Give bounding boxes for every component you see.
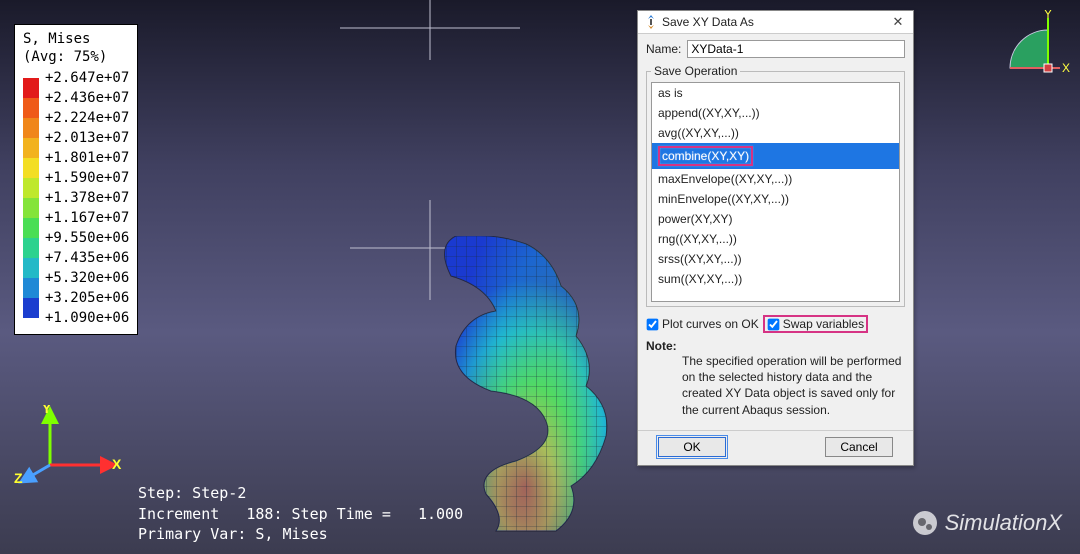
save-operation-legend: Save Operation <box>651 64 740 78</box>
close-icon[interactable]: ✕ <box>889 14 907 30</box>
dialog-title: Save XY Data As <box>662 15 889 29</box>
legend-value: +1.167e+07 <box>45 208 129 228</box>
note-body: The specified operation will be performe… <box>682 353 905 418</box>
legend-values: +2.647e+07+2.436e+07+2.224e+07+2.013e+07… <box>45 68 129 328</box>
legend-colorbar <box>23 78 39 318</box>
listbox-item[interactable]: sum((XY,XY,...)) <box>652 269 899 289</box>
listbox-item[interactable]: rng((XY,XY,...)) <box>652 229 899 249</box>
status-line1: Step: Step-2 <box>138 484 246 502</box>
save-xy-data-dialog: Save XY Data As ✕ Name: Save Operation a… <box>637 10 914 466</box>
save-operation-fieldset: Save Operation as isappend((XY,XY,...))a… <box>646 64 905 307</box>
listbox-item[interactable]: avg((XY,XY,...)) <box>652 123 899 143</box>
save-operation-listbox[interactable]: as isappend((XY,XY,...))avg((XY,XY,...))… <box>651 82 900 302</box>
legend-value: +5.320e+06 <box>45 268 129 288</box>
dialog-titlebar[interactable]: Save XY Data As ✕ <box>638 11 913 34</box>
viewport: S, Mises (Avg: 75%) +2.647e+07+2.436e+07… <box>0 0 1080 554</box>
listbox-item[interactable]: minEnvelope((XY,XY,...)) <box>652 189 899 209</box>
legend-value: +1.801e+07 <box>45 148 129 168</box>
status-line3: Primary Var: S, Mises <box>138 525 328 543</box>
cancel-button[interactable]: Cancel <box>825 437 893 457</box>
watermark: SimulationX <box>913 510 1062 536</box>
legend-value: +1.590e+07 <box>45 168 129 188</box>
listbox-item[interactable]: combine(XY,XY) <box>652 143 899 169</box>
status-line2: Increment 188: Step Time = 1.000 <box>138 505 463 523</box>
legend-value: +1.378e+07 <box>45 188 129 208</box>
view-compass: X Y <box>990 10 1070 93</box>
legend-title-2: (Avg: 75%) <box>23 49 107 65</box>
triad-z: Z <box>14 470 23 485</box>
legend-value: +9.550e+06 <box>45 228 129 248</box>
compass-y: Y <box>1044 10 1052 21</box>
triad-y: Y <box>42 405 52 416</box>
legend-value: +7.435e+06 <box>45 248 129 268</box>
wechat-icon <box>913 511 937 535</box>
swap-variables-checkbox[interactable]: Swap variables <box>767 317 864 331</box>
status-block: Step: Step-2 Increment 188: Step Time = … <box>138 483 463 544</box>
watermark-text: SimulationX <box>945 510 1062 536</box>
name-label: Name: <box>646 42 681 56</box>
listbox-item[interactable]: as is <box>652 83 899 103</box>
note-label: Note: <box>646 339 677 353</box>
legend-value: +2.224e+07 <box>45 108 129 128</box>
axis-triad: Y X Z <box>14 405 124 490</box>
listbox-item[interactable]: srss((XY,XY,...)) <box>652 249 899 269</box>
legend-value: +3.205e+06 <box>45 288 129 308</box>
crosshair <box>0 0 1080 554</box>
compass-x: X <box>1062 61 1070 75</box>
plot-on-ok-input[interactable] <box>647 318 659 330</box>
legend-value: +2.647e+07 <box>45 68 129 88</box>
ok-button[interactable]: OK <box>658 437 726 457</box>
name-input[interactable] <box>687 40 905 58</box>
plot-on-ok-checkbox[interactable]: Plot curves on OK <box>646 317 759 331</box>
app-icon <box>644 15 658 29</box>
swap-variables-highlight: Swap variables <box>763 315 868 333</box>
note: Note: The specified operation will be pe… <box>646 337 905 424</box>
triad-x: X <box>112 456 122 472</box>
listbox-item[interactable]: power(XY,XY) <box>652 209 899 229</box>
listbox-item[interactable]: maxEnvelope((XY,XY,...)) <box>652 169 899 189</box>
legend-value: +1.090e+06 <box>45 308 129 328</box>
legend: S, Mises (Avg: 75%) +2.647e+07+2.436e+07… <box>14 24 138 335</box>
legend-title-1: S, Mises <box>23 31 90 47</box>
legend-value: +2.436e+07 <box>45 88 129 108</box>
legend-value: +2.013e+07 <box>45 128 129 148</box>
listbox-item[interactable]: append((XY,XY,...)) <box>652 103 899 123</box>
swap-variables-input[interactable] <box>767 318 779 330</box>
